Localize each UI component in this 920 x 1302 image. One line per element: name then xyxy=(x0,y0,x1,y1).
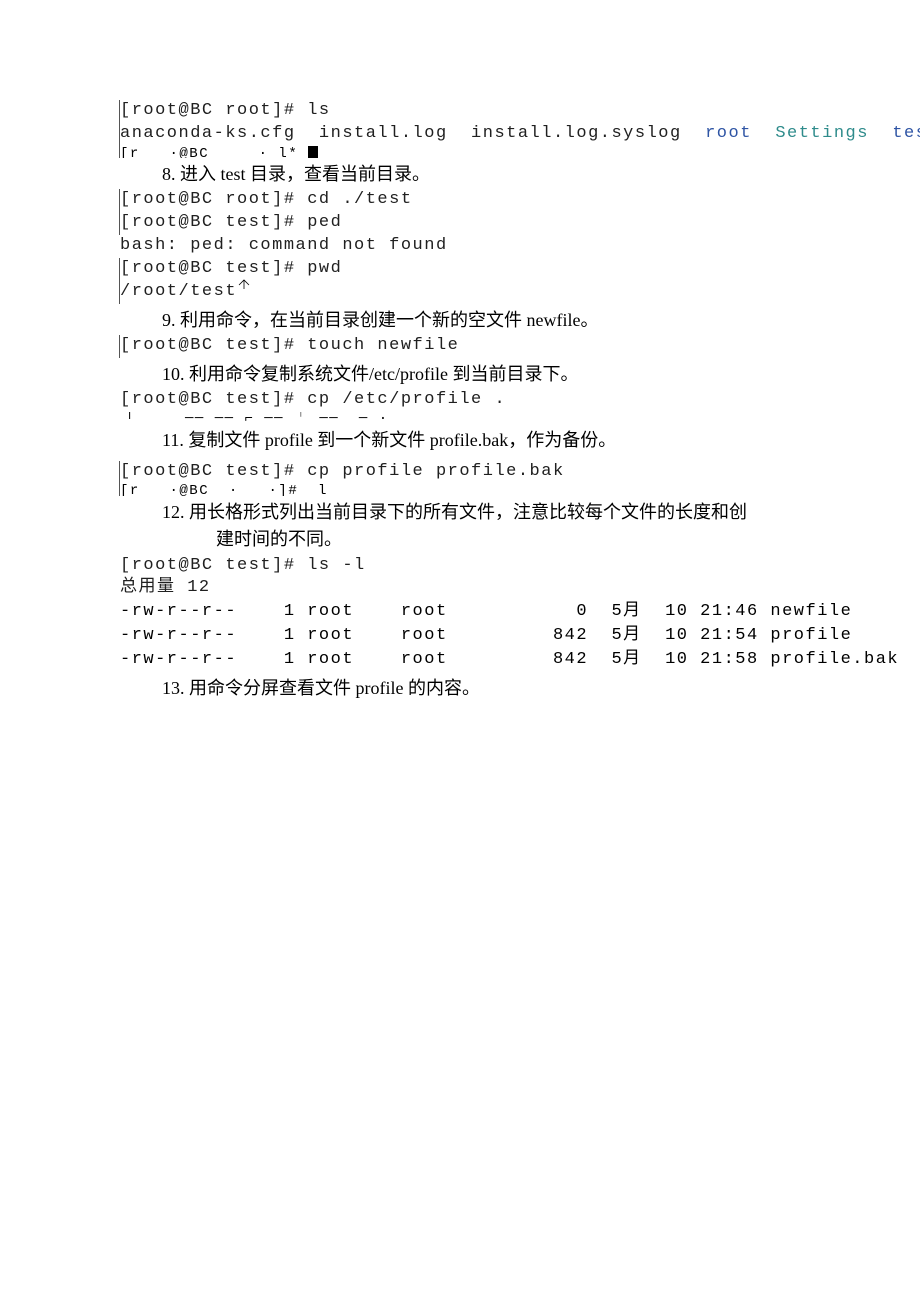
ls-settings: Settings xyxy=(775,124,869,143)
cursor-icon xyxy=(308,146,318,158)
terminal-line: anaconda-ks.cfg install.log install.log.… xyxy=(119,123,800,146)
ls-row: -rw-r--r-- 1 root root 842 5月 10 21:58 p… xyxy=(120,648,800,672)
ls-long-output: -rw-r--r-- 1 root root 0 5月 10 21:46 new… xyxy=(120,600,800,671)
terminal-line: [root@BC test]# ped xyxy=(119,212,800,235)
terminal-line: [root@BC test]# ls -l xyxy=(120,555,800,578)
terminal-fragment: [r ·@BC · ·]# l xyxy=(119,484,800,496)
document-page: [root@BC root]# ls anaconda-ks.cfg insta… xyxy=(0,0,920,701)
step-12-text-cont: 建时间的不同。 xyxy=(216,527,800,552)
caret-icon xyxy=(239,287,251,295)
terminal-line: bash: ped: command not found xyxy=(120,235,800,258)
step-9-text: 9. 利用命令，在当前目录创建一个新的空文件 newfile。 xyxy=(162,308,800,333)
ls-output-text: anaconda-ks.cfg install.log install.log.… xyxy=(120,124,705,143)
step-8-text: 8. 进入 test 目录，查看当前目录。 xyxy=(162,162,800,187)
terminal-line: [root@BC test]# cp /etc/profile . xyxy=(120,389,800,412)
terminal-line: 总用量 12 xyxy=(120,577,800,600)
step-10-text: 10. 利用命令复制系统文件/etc/profile 到当前目录下。 xyxy=(162,362,800,387)
terminal-line: [root@BC root]# cd ./test xyxy=(119,189,800,212)
terminal-fragment: 「 ── ── ⌐ ── ╵ ── ─ · xyxy=(120,412,800,424)
ls-row: -rw-r--r-- 1 root root 0 5月 10 21:46 new… xyxy=(120,600,800,624)
step-13-text: 13. 用命令分屏查看文件 profile 的内容。 xyxy=(162,676,800,701)
step-11-text: 11. 复制文件 profile 到一个新文件 profile.bak，作为备份… xyxy=(162,428,800,453)
step-12-text: 12. 用长格形式列出当前目录下的所有文件，注意比较每个文件的长度和创 xyxy=(162,500,800,525)
terminal-line: [root@BC test]# pwd xyxy=(119,258,800,281)
terminal-line: /root/test xyxy=(119,281,800,304)
ls-row: -rw-r--r-- 1 root root 842 5月 10 21:54 p… xyxy=(120,624,800,648)
terminal-line: [root@BC test]# touch newfile xyxy=(119,335,800,358)
ls-dir-root: root xyxy=(705,124,752,143)
terminal-line: [root@BC test]# cp profile profile.bak xyxy=(119,461,800,484)
terminal-line: [root@BC root]# ls xyxy=(119,100,800,123)
terminal-fragment: [r ·@BC · l* xyxy=(119,146,800,158)
ls-dir-test: test xyxy=(892,124,920,143)
